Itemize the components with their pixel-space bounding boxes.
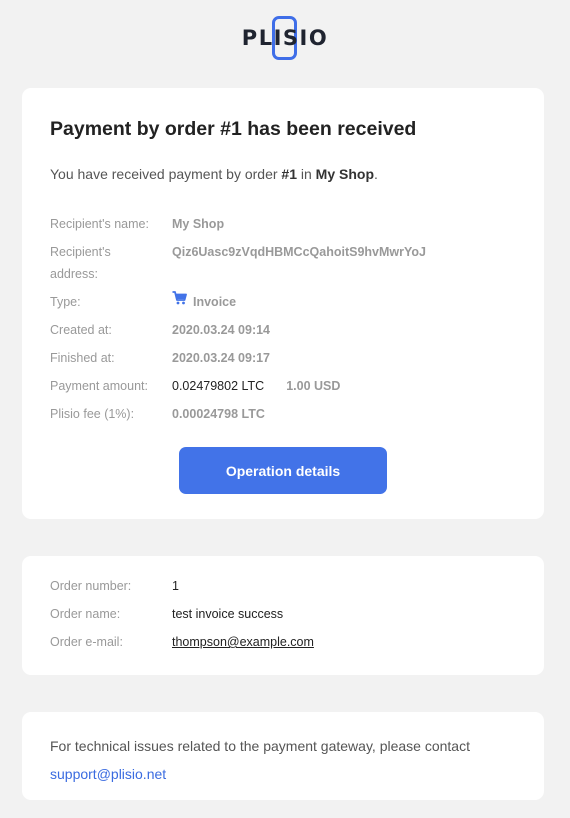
- recipient-name-label: Recipient's name:: [50, 217, 149, 231]
- recipient-address-value: Qiz6Uasc9zVqdHBMCcQahoitS9hvMwrYoJ: [172, 245, 426, 259]
- payment-intro: You have received payment by order #1 in…: [50, 166, 378, 182]
- logo-text: PLISIO: [241, 26, 329, 50]
- plisio-fee-value: 0.00024798 LTC: [172, 407, 265, 421]
- payment-amount-value: 0.02479802 LTC 1.00 USD: [172, 375, 340, 397]
- order-number-value: 1: [172, 579, 179, 593]
- intro-shop: My Shop: [315, 166, 375, 182]
- order-card: Order number: 1 Order name: test invoice…: [22, 556, 544, 675]
- intro-suffix: .: [374, 166, 378, 182]
- payment-amount-ltc: 0.02479802 LTC: [172, 379, 265, 393]
- support-text: For technical issues related to the paym…: [50, 732, 520, 788]
- finished-at-label: Finished at:: [50, 351, 115, 365]
- type-label: Type:: [50, 295, 81, 309]
- support-card: For technical issues related to the paym…: [22, 712, 544, 800]
- order-email-label: Order e-mail:: [50, 635, 123, 649]
- support-email-link[interactable]: support@plisio.net: [50, 766, 166, 782]
- cart-icon: [172, 290, 187, 312]
- created-at-value: 2020.03.24 09:14: [172, 323, 271, 337]
- type-value-text: Invoice: [193, 295, 237, 309]
- order-email-link[interactable]: thompson@example.com: [172, 631, 314, 653]
- payment-amount-usd: 1.00 USD: [286, 379, 341, 393]
- order-name-label: Order name:: [50, 607, 121, 621]
- recipient-address-label: Recipient's address:: [50, 245, 111, 281]
- order-number-label: Order number:: [50, 579, 132, 593]
- finished-at-value: 2020.03.24 09:17: [172, 351, 271, 365]
- intro-prefix: You have received payment by order: [50, 166, 282, 182]
- recipient-name-value: My Shop: [172, 217, 225, 231]
- plisio-fee-label: Plisio fee (1%):: [50, 407, 135, 421]
- page-title: Payment by order #1 has been received: [50, 118, 417, 140]
- order-name-value: test invoice success: [172, 607, 284, 621]
- operation-details-button[interactable]: Operation details: [179, 447, 387, 494]
- payment-card: Payment by order #1 has been received Yo…: [22, 88, 544, 519]
- plisio-logo: PLISIO: [0, 14, 570, 62]
- created-at-label: Created at:: [50, 323, 112, 337]
- intro-order: #1: [281, 166, 297, 182]
- type-value: Invoice: [172, 291, 236, 313]
- support-message: For technical issues related to the paym…: [50, 738, 470, 754]
- intro-mid: in: [296, 166, 316, 182]
- payment-amount-label: Payment amount:: [50, 379, 148, 393]
